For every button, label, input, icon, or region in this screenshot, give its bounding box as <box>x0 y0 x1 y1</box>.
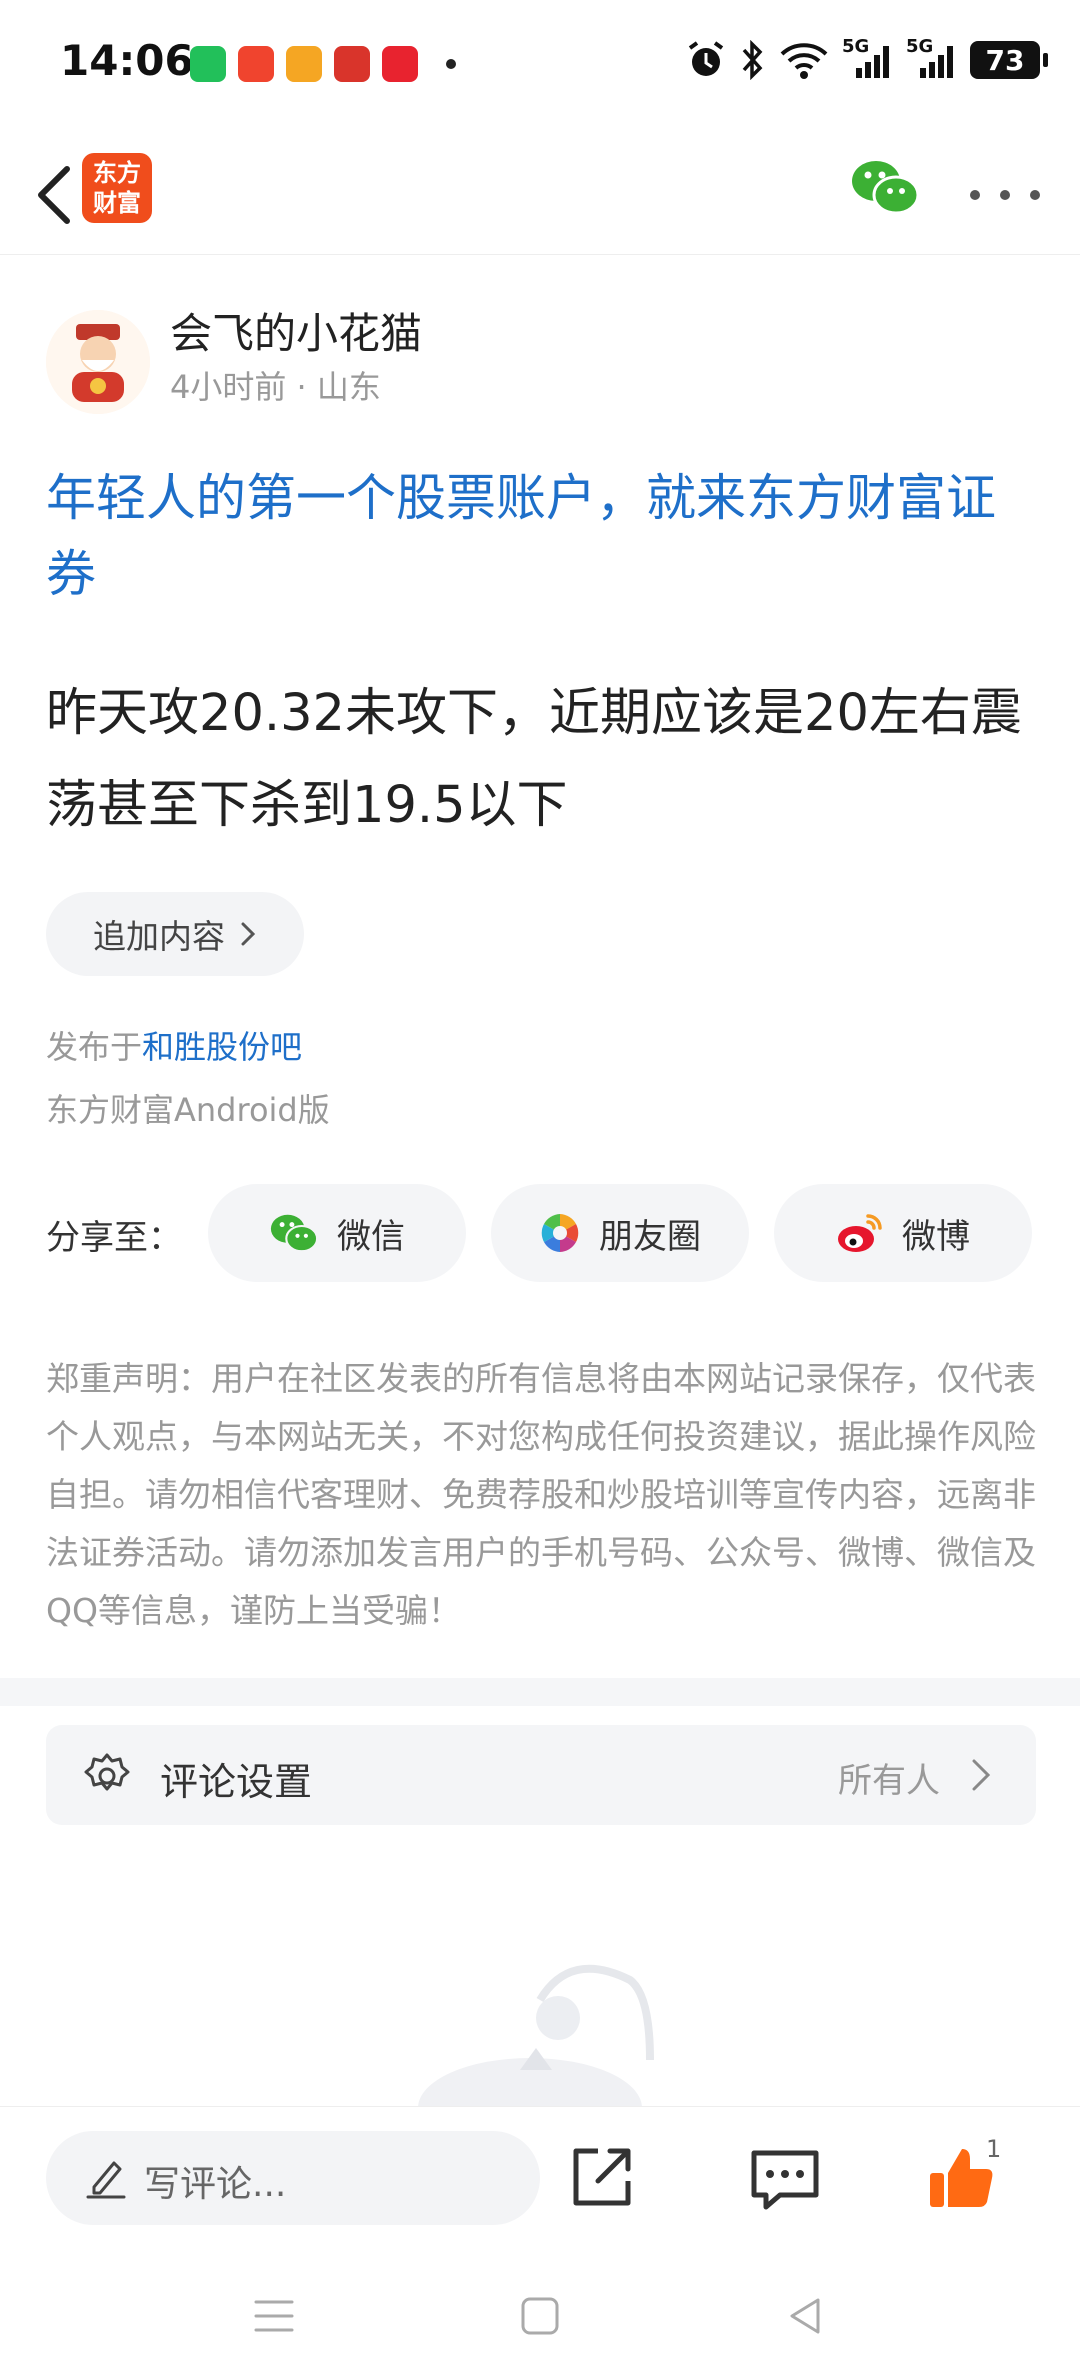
xiaohongshu-icon <box>382 46 418 82</box>
share-row: 分享至： 微信 朋友圈 微博 <box>46 1184 1036 1284</box>
toutiao-icon <box>238 46 274 82</box>
more-options-button[interactable] <box>970 180 1040 210</box>
chevron-left-icon <box>38 166 70 224</box>
share-icon[interactable] <box>568 2143 636 2211</box>
weibo-icon <box>838 1214 882 1252</box>
share-label: 分享至： <box>46 1218 182 1258</box>
menu-icon[interactable] <box>246 2292 302 2340</box>
comment-settings-row[interactable]: 评论设置 所有人 <box>46 1725 1036 1825</box>
back-button[interactable] <box>20 155 90 235</box>
alarm-icon <box>688 41 724 76</box>
dot-icon <box>1000 190 1010 200</box>
comment-placeholder: 写评论... <box>144 2164 287 2205</box>
status-time: 14:06 <box>60 36 194 85</box>
more-notifications-dot <box>446 59 456 69</box>
comment-settings-value: 所有人 <box>838 1761 940 1801</box>
system-icons: 5G 5G 73 <box>686 36 1048 80</box>
moments-icon <box>541 1214 579 1252</box>
cellular-signal-1-icon: 5G <box>842 36 892 80</box>
video-app-icon <box>286 46 322 82</box>
system-nav-bar <box>0 2256 1080 2376</box>
stock-bar-link[interactable]: 和胜股份吧 <box>142 1028 302 1066</box>
status-bar: 14:06 5G 5G 73 <box>0 0 1080 130</box>
chevron-right-icon <box>241 922 256 946</box>
chevron-right-icon <box>972 1759 991 1791</box>
news-app-icon <box>334 46 370 82</box>
share-weibo-button[interactable]: 微博 <box>774 1184 1032 1282</box>
wechat-icon <box>852 161 920 215</box>
append-content-label: 追加内容 <box>93 917 225 956</box>
pen-icon <box>86 2161 126 2199</box>
cellular-signal-2-icon: 5G <box>906 36 956 80</box>
wechat-icon <box>190 46 226 82</box>
append-content-button[interactable]: 追加内容 <box>46 892 304 976</box>
author-name[interactable]: 会飞的小花猫 <box>170 300 422 361</box>
bottom-action-bar: 写评论... 1 <box>0 2106 1080 2256</box>
post-body: 昨天攻20.32未攻下，近期应该是20左右震荡甚至下杀到19.5以下 <box>46 684 1022 835</box>
wechat-share-button[interactable] <box>850 157 920 227</box>
section-divider <box>0 1678 1080 1706</box>
dot-icon <box>1030 190 1040 200</box>
empty-comments-illustration <box>418 1964 654 2110</box>
comment-icon[interactable] <box>748 2147 822 2213</box>
share-moments-button[interactable]: 朋友圈 <box>491 1184 749 1282</box>
platform-info: 东方财富Android版 <box>46 1091 330 1129</box>
app-bar: 东方 财富 <box>0 135 1080 255</box>
comment-settings-label: 评论设置 <box>160 1760 313 1804</box>
eastmoney-logo[interactable]: 东方 财富 <box>82 153 152 223</box>
post-time-location: 4小时前 · 山东 <box>170 368 381 406</box>
wechat-icon <box>270 1214 319 1253</box>
home-icon[interactable] <box>512 2292 568 2340</box>
notification-icons <box>190 46 456 82</box>
wifi-icon <box>780 43 828 79</box>
published-in: 发布于和胜股份吧 <box>46 1028 303 1066</box>
avatar[interactable] <box>46 310 150 414</box>
nav-back-icon[interactable] <box>778 2292 834 2340</box>
bluetooth-icon <box>742 40 763 80</box>
like-count: 1 <box>986 2135 1002 2163</box>
fortune-god-avatar-icon <box>46 310 150 414</box>
dot-icon <box>970 190 980 200</box>
comment-input[interactable]: 写评论... <box>46 2131 540 2225</box>
share-wechat-button[interactable]: 微信 <box>208 1184 466 1282</box>
disclaimer-text: 郑重声明：用户在社区发表的所有信息将由本网站记录保存，仅代表个人观点，与本网站无… <box>46 1359 1036 1630</box>
battery-indicator: 73 <box>970 41 1048 79</box>
promo-link[interactable]: 年轻人的第一个股票账户，就来东方财富证券 <box>46 460 1036 612</box>
gear-icon <box>84 1753 130 1791</box>
